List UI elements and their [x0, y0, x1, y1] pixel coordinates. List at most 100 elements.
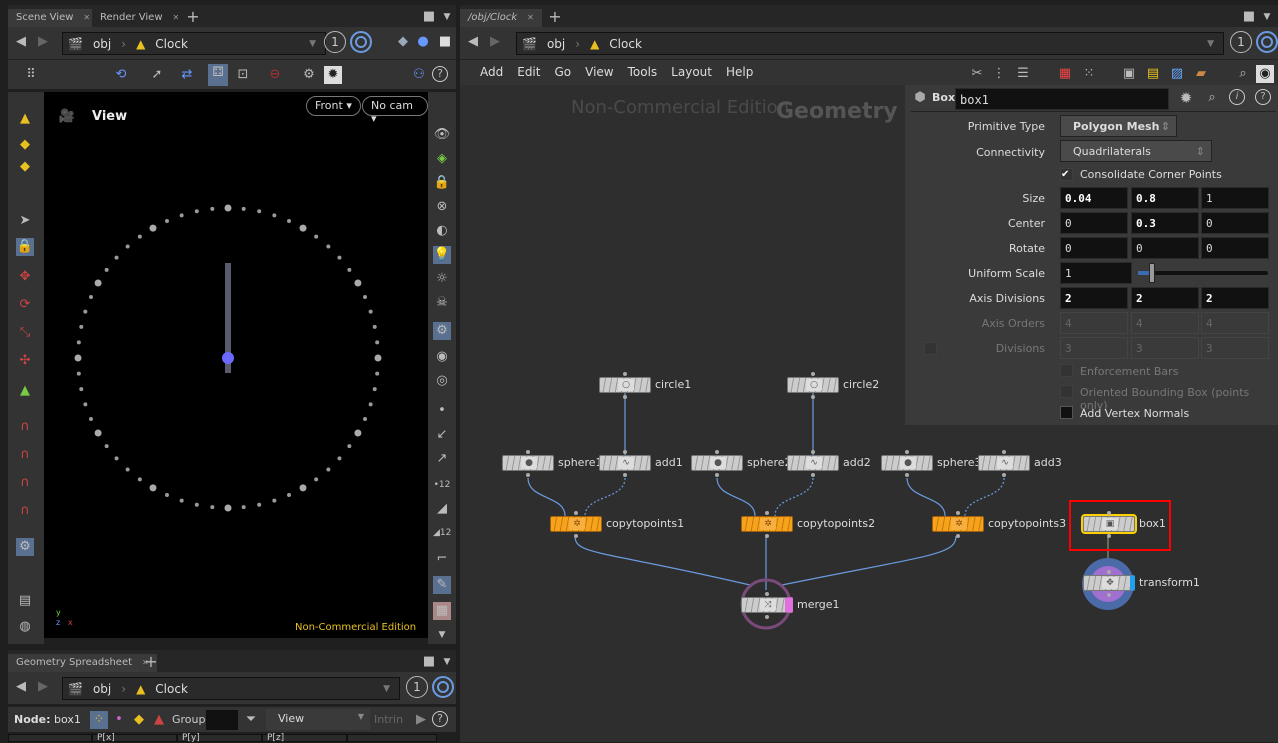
node-sphere2[interactable]: ● — [691, 455, 743, 471]
connector-dot[interactable] — [765, 592, 769, 596]
connector-dot[interactable] — [715, 473, 719, 477]
sphere-icon: ● — [900, 457, 916, 469]
divisions-z-field: 3 — [1201, 337, 1269, 359]
copy-icon: ✲ — [569, 518, 585, 530]
node-circle1[interactable]: ○ — [599, 377, 651, 393]
node-box1[interactable]: ▣ — [1081, 514, 1137, 534]
circle-icon: ○ — [618, 379, 634, 391]
axis-div-x-field[interactable]: 2 — [1060, 287, 1128, 309]
divider — [911, 111, 1276, 112]
vertex-normals-checkbox[interactable] — [1060, 406, 1073, 419]
node-add3[interactable]: ∿ — [978, 455, 1030, 471]
wire — [781, 535, 957, 586]
axis-order-y-field: 4 — [1131, 312, 1199, 334]
center-x-field[interactable]: 0 — [1060, 212, 1128, 234]
connector-dot[interactable] — [715, 450, 719, 454]
axis-orders-label: Axis Orders — [981, 317, 1045, 330]
copy-icon: ✲ — [951, 518, 967, 530]
axis-div-y-field[interactable]: 2 — [1131, 287, 1199, 309]
enforcement-bars-label: Enforcement Bars — [1080, 365, 1179, 378]
enforcement-bars-checkbox[interactable] — [1060, 364, 1073, 377]
wire-dashed — [774, 477, 814, 517]
size-y-field[interactable]: 0.8 — [1131, 187, 1199, 209]
node-label: add1 — [655, 456, 683, 469]
axis-div-z-field[interactable]: 2 — [1201, 287, 1269, 309]
help-icon[interactable]: ? — [1255, 89, 1271, 105]
primitive-type-value: Polygon Mesh — [1073, 120, 1160, 133]
uniform-scale-slider[interactable] — [1138, 271, 1268, 275]
center-z-field[interactable]: 0 — [1201, 212, 1269, 234]
connector-dot[interactable] — [574, 511, 578, 515]
connector-dot[interactable] — [811, 395, 815, 399]
wire — [716, 477, 756, 517]
uniform-scale-field[interactable]: 1 — [1060, 262, 1132, 284]
axis-order-x-field: 4 — [1060, 312, 1128, 334]
primitive-type-select[interactable]: Polygon Mesh ⇕ — [1060, 115, 1177, 137]
node-add1[interactable]: ∿ — [599, 455, 651, 471]
connector-dot[interactable] — [956, 511, 960, 515]
node-circle2[interactable]: ○ — [787, 377, 839, 393]
wire — [906, 477, 946, 517]
rotate-y-field[interactable]: 0 — [1131, 237, 1199, 259]
size-x-field[interactable]: 0.04 — [1060, 187, 1128, 209]
connector-dot[interactable] — [574, 534, 578, 538]
connector-dot[interactable] — [811, 450, 815, 454]
consolidate-checkbox[interactable]: ✔ — [1060, 168, 1073, 181]
vertex-normals-label: Add Vertex Normals — [1080, 407, 1190, 420]
connector-dot[interactable] — [765, 615, 769, 619]
connector-dot[interactable] — [905, 473, 909, 477]
size-z-field[interactable]: 1 — [1201, 187, 1269, 209]
connector-dot[interactable] — [811, 473, 815, 477]
node-label: copytopoints2 — [797, 517, 876, 530]
search-icon[interactable]: ⌕ — [1203, 89, 1221, 107]
connector-dot[interactable] — [526, 473, 530, 477]
sphere-icon: ● — [521, 457, 537, 469]
oriented-bbox-checkbox[interactable] — [1060, 385, 1073, 398]
connector-dot[interactable] — [1107, 534, 1111, 538]
connector-dot[interactable] — [526, 450, 530, 454]
connector-dot[interactable] — [765, 534, 769, 538]
connector-dot[interactable] — [623, 473, 627, 477]
node-copytopoints3[interactable]: ✲ — [932, 516, 984, 532]
connector-dot[interactable] — [1107, 511, 1111, 515]
connector-dot[interactable] — [1107, 593, 1111, 597]
node-transform1[interactable]: ✥ — [1083, 575, 1135, 591]
connector-dot[interactable] — [623, 450, 627, 454]
connectivity-select[interactable]: Quadrilaterals ⇕ — [1060, 140, 1212, 162]
rotate-z-field[interactable]: 0 — [1201, 237, 1269, 259]
connector-dot[interactable] — [1107, 570, 1111, 574]
box-icon: ▣ — [1102, 518, 1118, 530]
connector-dot[interactable] — [956, 534, 960, 538]
divisions-y-field: 3 — [1131, 337, 1199, 359]
node-type-label: Box — [932, 91, 956, 104]
node-copytopoints2[interactable]: ✲ — [741, 516, 793, 532]
transform-icon: ✥ — [1102, 577, 1118, 589]
node-label: add3 — [1034, 456, 1062, 469]
axis-order-z-field: 4 — [1201, 312, 1269, 334]
slider-handle[interactable] — [1149, 263, 1155, 283]
node-name-field[interactable]: box1 — [955, 88, 1169, 110]
parameter-panel: ⬢ Box box1 ✹ ⌕ i ? Primitive Type Polygo… — [905, 85, 1278, 425]
center-y-field[interactable]: 0.3 — [1131, 212, 1199, 234]
connector-dot[interactable] — [1002, 450, 1006, 454]
node-label: copytopoints3 — [988, 517, 1067, 530]
divisions-x-field: 3 — [1060, 337, 1128, 359]
node-sphere3[interactable]: ● — [881, 455, 933, 471]
connector-dot[interactable] — [1002, 473, 1006, 477]
connector-dot[interactable] — [623, 372, 627, 376]
node-merge1[interactable]: ⤨ — [741, 597, 793, 613]
node-label: transform1 — [1139, 576, 1200, 589]
info-icon[interactable]: i — [1229, 89, 1245, 105]
node-copytopoints1[interactable]: ✲ — [550, 516, 602, 532]
connectivity-value: Quadrilaterals — [1073, 145, 1151, 158]
connector-dot[interactable] — [811, 372, 815, 376]
node-add2[interactable]: ∿ — [787, 455, 839, 471]
connector-dot[interactable] — [905, 450, 909, 454]
node-sphere1[interactable]: ● — [502, 455, 554, 471]
wire-dashed — [584, 477, 626, 517]
connector-dot[interactable] — [623, 395, 627, 399]
rotate-x-field[interactable]: 0 — [1060, 237, 1128, 259]
connector-dot[interactable] — [765, 511, 769, 515]
gear-icon[interactable]: ✹ — [1177, 89, 1195, 107]
size-label: Size — [1022, 192, 1045, 205]
